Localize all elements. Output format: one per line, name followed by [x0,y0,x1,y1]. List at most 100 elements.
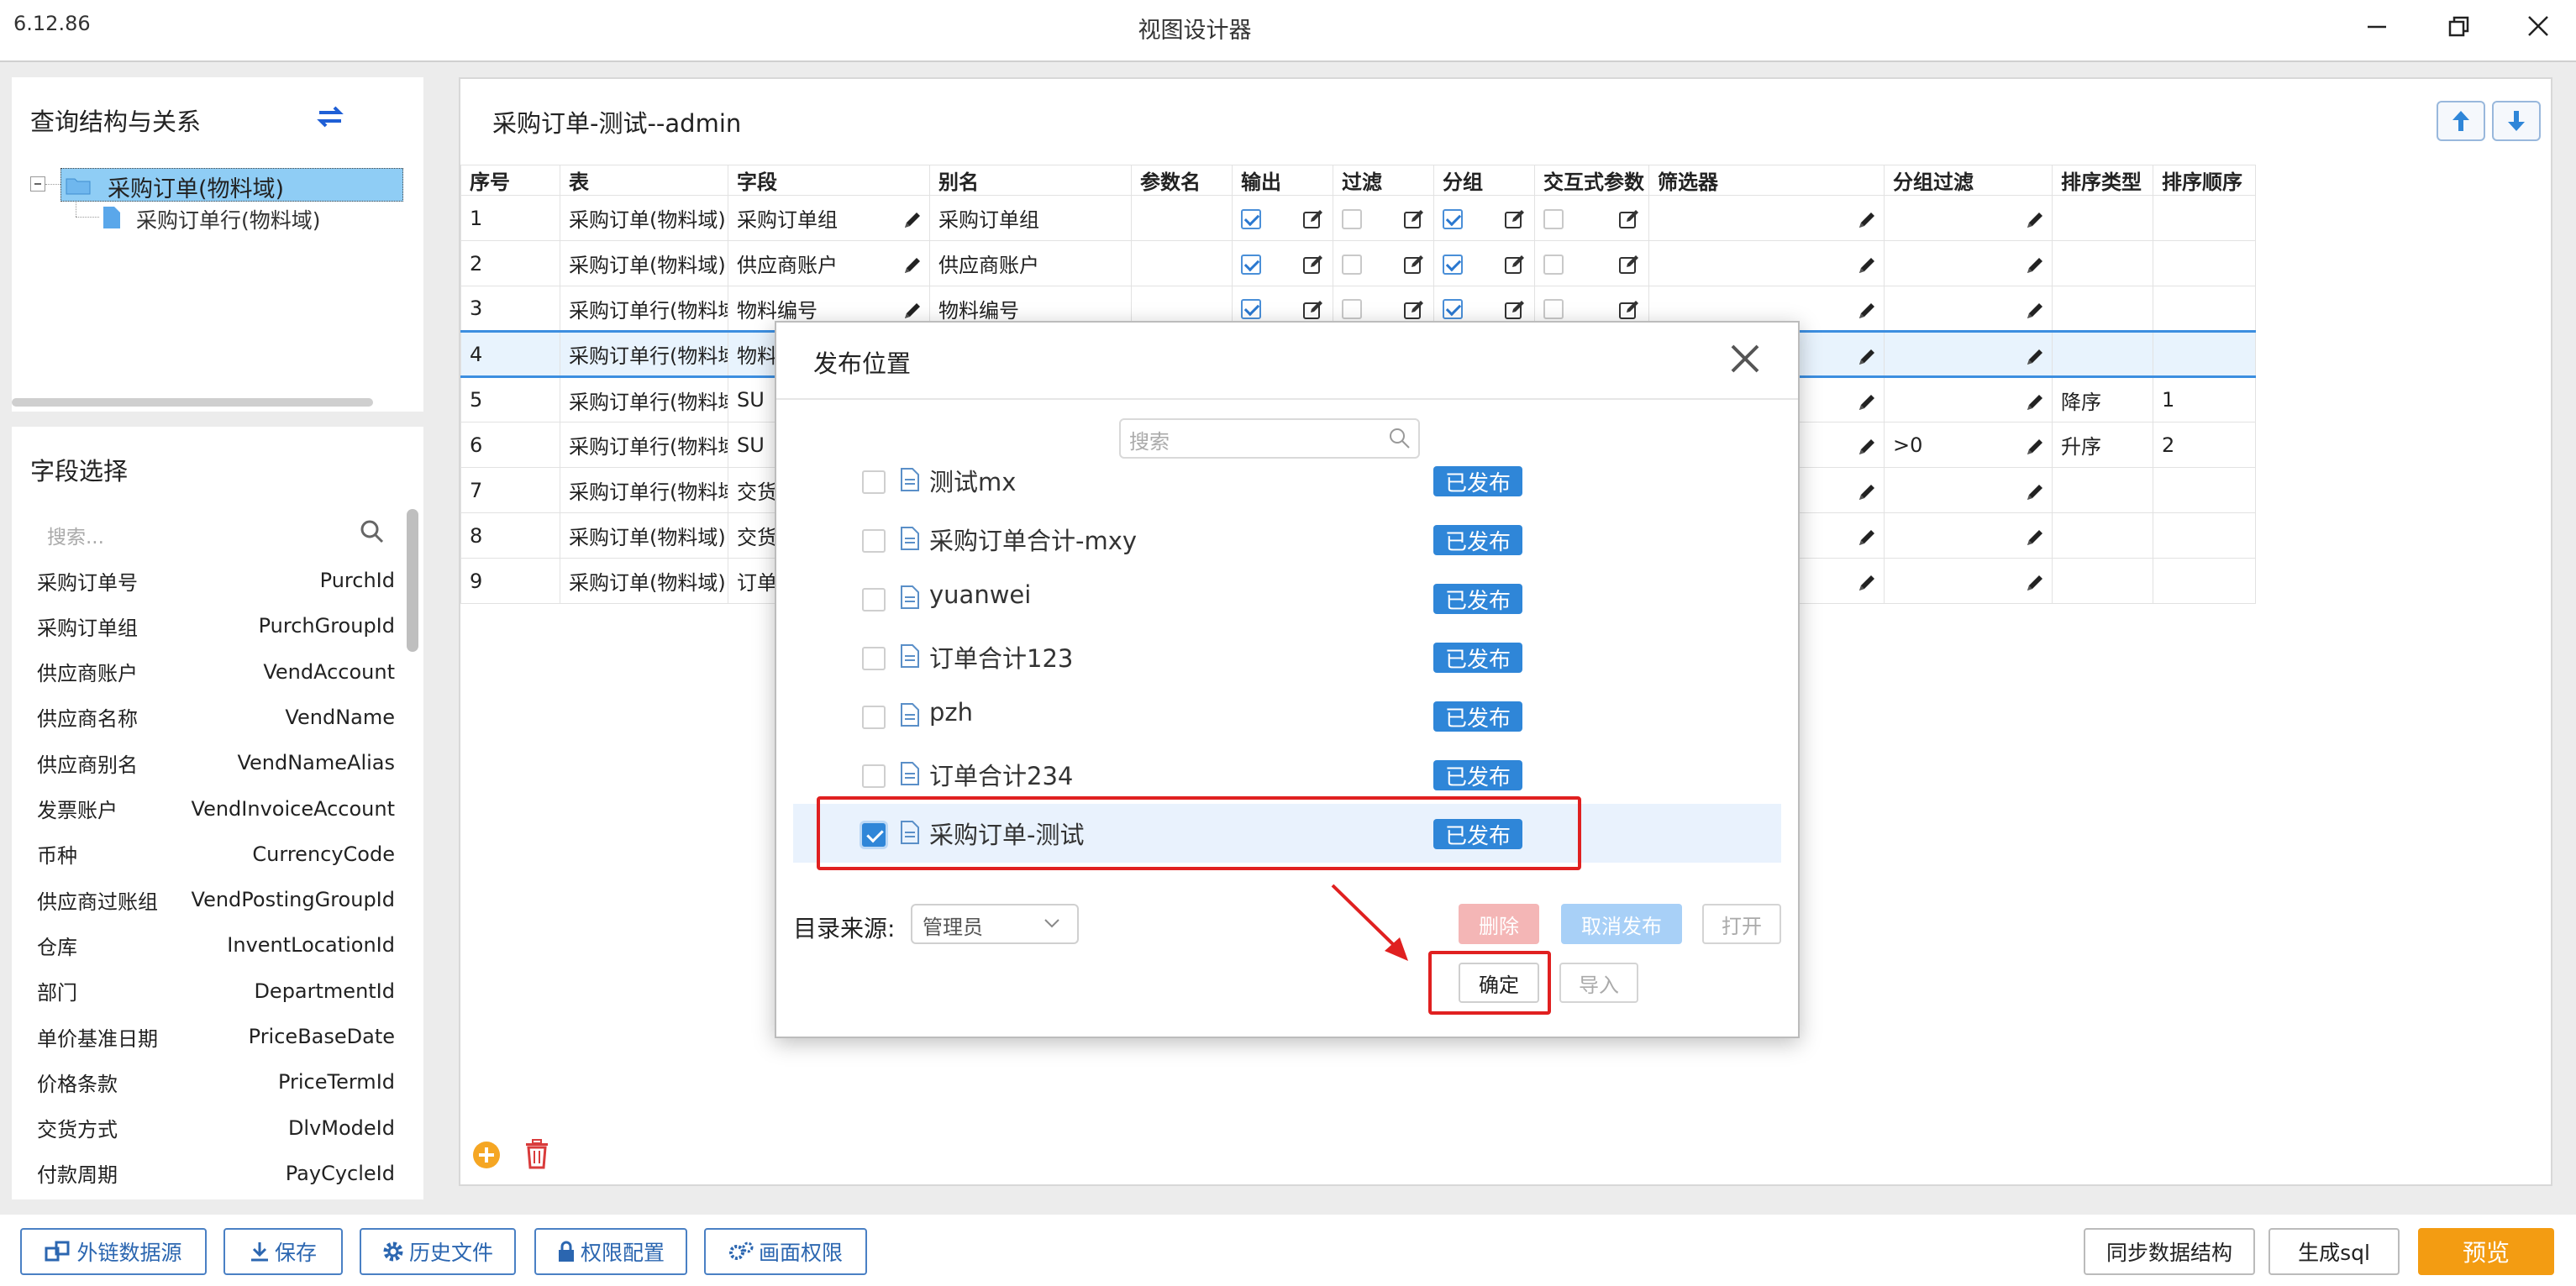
row-sort-order[interactable] [2153,240,2256,286]
item-checkbox[interactable] [862,764,886,788]
item-checkbox[interactable] [862,529,886,553]
checkbox[interactable] [1443,208,1463,229]
field-item[interactable]: 供应商过账组 VendPostingGroupId [37,877,395,922]
edit-icon[interactable] [1302,252,1324,276]
pencil-icon[interactable] [2025,298,2045,322]
row-number[interactable]: 7 [460,467,560,513]
row-param[interactable] [1131,240,1233,286]
row-sort-order[interactable] [2153,195,2256,241]
swap-icon[interactable] [316,104,344,129]
edit-icon[interactable] [1403,252,1425,276]
column-header[interactable]: 别名 [929,165,1132,196]
row-group-cell[interactable] [1433,195,1535,241]
row-sort-order[interactable] [2153,286,2256,332]
field-item[interactable]: 供应商别名 VendNameAlias [37,740,395,785]
row-group-filter[interactable]: >0 [1884,422,2053,468]
row-field[interactable]: 采购订单组 [728,195,930,241]
row-sort-order[interactable] [2153,330,2256,378]
pencil-icon[interactable] [1857,525,1877,549]
column-header[interactable]: 排序顺序 [2153,165,2256,196]
import-button[interactable]: 导入 [1559,963,1638,1003]
field-item[interactable]: 采购订单组 PurchGroupId [37,603,395,648]
row-sort-type[interactable] [2052,330,2153,378]
field-item[interactable]: 发票账户 VendInvoiceAccount [37,786,395,832]
field-item[interactable]: 部门 DepartmentId [37,968,395,1014]
row-sort-type[interactable]: 升序 [2052,422,2153,468]
row-sort-type[interactable] [2052,467,2153,513]
row-group-filter[interactable] [1884,195,2053,241]
pencil-icon[interactable] [2025,570,2045,594]
chevron-down-icon[interactable] [1044,917,1060,929]
edit-icon[interactable] [1504,252,1526,276]
row-filter-cell[interactable] [1333,240,1434,286]
field-search-input[interactable]: 搜索... [47,521,104,549]
unpublish-button[interactable]: 取消发布 [1561,904,1682,944]
pencil-icon[interactable] [2025,207,2045,231]
field-item[interactable]: 供应商账户 VendAccount [37,649,395,695]
open-button[interactable]: 打开 [1702,904,1781,944]
row-sort-type[interactable]: 降序 [2052,376,2153,423]
field-item[interactable]: 交货方式 DlvModeId [37,1105,395,1151]
vertical-scrollbar[interactable] [407,509,418,652]
row-screener[interactable] [1648,240,1885,286]
field-item[interactable]: 供应商名称 VendName [37,695,395,740]
row-group-filter[interactable] [1884,286,2053,332]
row-alias[interactable]: 供应商账户 [929,240,1132,286]
row-number[interactable]: 2 [460,240,560,286]
column-header[interactable]: 字段 [728,165,930,196]
row-table[interactable]: 采购订单行(物料域) [560,467,728,513]
column-header[interactable]: 筛选器 [1648,165,1885,196]
row-number[interactable]: 9 [460,558,560,604]
pencil-icon[interactable] [1857,298,1877,322]
minimize-icon[interactable] [2353,8,2400,45]
move-up-button[interactable] [2437,101,2485,141]
row-table[interactable]: 采购订单行(物料域) [560,376,728,423]
row-sort-order[interactable] [2153,467,2256,513]
tree-child-node[interactable]: 采购订单行(物料域) [136,204,321,234]
edit-icon[interactable] [1504,297,1526,321]
row-group-cell[interactable] [1433,240,1535,286]
edit-icon[interactable] [1403,207,1425,230]
column-header[interactable]: 序号 [460,165,560,196]
move-down-button[interactable] [2492,101,2541,141]
edit-icon[interactable] [1618,297,1640,321]
row-alias[interactable]: 采购订单组 [929,195,1132,241]
field-item[interactable]: 付款周期 PayCycleId [37,1151,395,1196]
horizontal-scrollbar[interactable] [12,398,373,407]
row-number[interactable]: 5 [460,376,560,423]
row-sort-type[interactable] [2052,512,2153,559]
item-checkbox[interactable] [862,647,886,670]
sync-structure-button[interactable]: 同步数据结构 [2084,1228,2255,1275]
item-checkbox[interactable] [862,706,886,729]
edit-icon[interactable] [1403,297,1425,321]
item-checkbox[interactable] [862,470,886,494]
row-table[interactable]: 采购订单(物料域) [560,195,728,241]
pencil-icon[interactable] [1857,207,1877,231]
field-item[interactable]: 币种 CurrencyCode [37,832,395,877]
checkbox[interactable] [1342,299,1362,319]
field-item[interactable]: 采购订单号 PurchId [37,558,395,603]
row-group-filter[interactable] [1884,467,2053,513]
pencil-icon[interactable] [1857,253,1877,276]
row-group-filter[interactable] [1884,330,2053,378]
pencil-icon[interactable] [2025,253,2045,276]
pencil-icon[interactable] [2025,434,2045,458]
checkbox[interactable] [1241,208,1261,229]
row-screener[interactable] [1648,195,1885,241]
row-out-cell[interactable] [1232,195,1333,241]
pencil-icon[interactable] [902,207,923,231]
pencil-icon[interactable] [2025,344,2045,368]
row-number[interactable]: 3 [460,286,560,332]
publish-location-item[interactable]: 采购订单合计-mxy 已发布 [793,510,1781,569]
checkbox[interactable] [1543,299,1564,319]
checkbox[interactable] [1443,254,1463,275]
row-number[interactable]: 4 [460,330,560,378]
row-sort-order[interactable] [2153,512,2256,559]
checkbox[interactable] [1342,254,1362,275]
external-datasource-button[interactable]: 外链数据源 [20,1228,207,1275]
pencil-icon[interactable] [902,298,923,322]
row-group-filter[interactable] [1884,512,2053,559]
search-icon[interactable] [360,519,385,544]
checkbox[interactable] [1241,299,1261,319]
row-number[interactable]: 1 [460,195,560,241]
